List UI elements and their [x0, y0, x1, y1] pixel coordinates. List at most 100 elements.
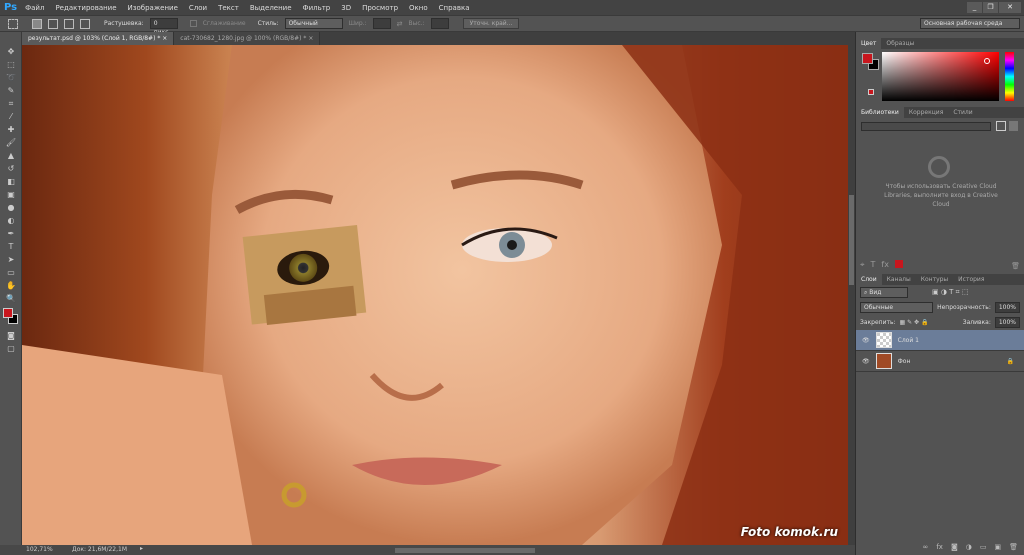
color-swatches[interactable]: [3, 308, 18, 326]
eyedropper-tool-icon[interactable]: ⁄: [4, 111, 18, 122]
add-mask-icon[interactable]: ◙: [951, 543, 958, 555]
hand-tool-icon[interactable]: ✋: [4, 280, 18, 291]
new-selection-icon[interactable]: [32, 18, 42, 29]
width-input[interactable]: [372, 18, 391, 29]
lasso-tool-icon[interactable]: ➰: [4, 72, 18, 83]
crop-tool-icon[interactable]: ⌗: [4, 98, 18, 109]
path-select-icon[interactable]: ➤: [4, 254, 18, 265]
menu-layers[interactable]: Слои: [189, 4, 207, 12]
tab-styles[interactable]: Стили: [948, 107, 977, 118]
restore-button[interactable]: ❐: [983, 2, 998, 13]
tab-cat-jpg[interactable]: cat-730682_1280.jpg @ 100% (RGB/8#) * ×: [174, 32, 321, 45]
gamut-warning-icon[interactable]: [868, 89, 874, 95]
height-input[interactable]: [430, 18, 449, 29]
status-menu-arrow-icon[interactable]: ▸: [140, 545, 143, 552]
tab-adjustments[interactable]: Коррекция: [904, 107, 948, 118]
move-tool-icon[interactable]: ✥: [4, 46, 18, 57]
lock-icons[interactable]: ▦ ✎ ✥ 🔒: [900, 319, 929, 326]
menu-image[interactable]: Изображение: [128, 4, 178, 12]
foreground-color[interactable]: [862, 53, 873, 64]
menu-edit[interactable]: Редактирование: [55, 4, 116, 12]
document-canvas[interactable]: Foto komok.ru: [22, 45, 848, 545]
blend-mode-select[interactable]: Обычные: [860, 302, 934, 313]
add-fx-icon[interactable]: fx: [881, 260, 889, 270]
add-text-icon[interactable]: T: [871, 260, 876, 270]
tab-paths[interactable]: Контуры: [916, 274, 953, 285]
antialias-checkbox[interactable]: [189, 20, 197, 27]
menu-view[interactable]: Просмотр: [362, 4, 398, 12]
tab-color[interactable]: Цвет: [856, 38, 882, 49]
dodge-tool-icon[interactable]: ◐: [4, 215, 18, 226]
pen-tool-icon[interactable]: ✒: [4, 228, 18, 239]
link-layers-icon[interactable]: ∞: [923, 543, 929, 555]
gradient-tool-icon[interactable]: ▣: [4, 189, 18, 200]
adjustment-layer-icon[interactable]: ◑: [966, 543, 972, 555]
refine-edge-button[interactable]: Уточн. край...: [462, 18, 520, 29]
menu-help[interactable]: Справка: [439, 4, 470, 12]
stamp-tool-icon[interactable]: ▲: [4, 150, 18, 161]
visibility-eye-icon[interactable]: 👁: [862, 358, 870, 365]
trash-icon[interactable]: 🗑: [1011, 262, 1020, 270]
add-graphic-icon[interactable]: ⌖: [860, 260, 865, 270]
list-view-icon[interactable]: [1009, 121, 1018, 131]
shape-tool-icon[interactable]: ▭: [4, 267, 18, 278]
subtract-selection-icon[interactable]: [64, 18, 74, 29]
layer-row-background[interactable]: 👁 Фон 🔒: [856, 351, 1024, 372]
menu-3d[interactable]: 3D: [341, 4, 351, 12]
tab-swatches[interactable]: Образцы: [881, 38, 919, 49]
foreground-color-swatch[interactable]: [3, 308, 13, 318]
workspace-select[interactable]: Основная рабочая среда: [920, 18, 1020, 29]
layer-filter-select[interactable]: ⌕ Вид: [860, 287, 908, 298]
marquee-tool-icon[interactable]: [8, 18, 18, 29]
tab-layers[interactable]: Слои: [856, 274, 882, 285]
close-tab-icon[interactable]: ×: [308, 35, 313, 42]
tab-result-psd[interactable]: результат.psd @ 103% (Слой 1, RGB/8#) * …: [22, 32, 175, 45]
close-button[interactable]: ✕: [999, 2, 1021, 13]
quick-mask-icon[interactable]: ◙: [4, 330, 18, 341]
feather-input[interactable]: 0 пикс.: [149, 18, 178, 36]
hue-slider[interactable]: [1005, 52, 1014, 101]
quick-select-tool-icon[interactable]: ✎: [4, 85, 18, 96]
new-layer-icon[interactable]: ▣: [994, 543, 1001, 555]
history-brush-icon[interactable]: ↺: [4, 163, 18, 174]
intersect-selection-icon[interactable]: [80, 18, 90, 29]
horizontal-scroll-thumb[interactable]: [395, 548, 535, 553]
zoom-tool-icon[interactable]: 🔍: [4, 293, 18, 304]
filter-type-icons[interactable]: ▣ ◑ T ⌗ ⬚: [932, 288, 968, 297]
tab-channels[interactable]: Каналы: [882, 274, 916, 285]
menu-file[interactable]: Файл: [25, 4, 44, 12]
color-picker-marker[interactable]: [984, 58, 990, 64]
screen-mode-icon[interactable]: ▢: [4, 343, 18, 354]
tab-libraries[interactable]: Библиотеки: [856, 107, 904, 118]
menu-type[interactable]: Текст: [218, 4, 239, 12]
zoom-level[interactable]: 102,71%: [26, 546, 53, 553]
grid-view-icon[interactable]: [996, 121, 1006, 131]
visibility-eye-icon[interactable]: 👁: [862, 337, 870, 344]
library-select[interactable]: [861, 122, 991, 131]
menu-window[interactable]: Окно: [409, 4, 428, 12]
eraser-tool-icon[interactable]: ◧: [4, 176, 18, 187]
fill-input[interactable]: 100%: [994, 317, 1020, 328]
menu-select[interactable]: Выделение: [250, 4, 292, 12]
type-tool-icon[interactable]: T: [4, 241, 18, 252]
color-field[interactable]: [882, 52, 999, 101]
blur-tool-icon[interactable]: ●: [4, 202, 18, 213]
tab-history[interactable]: История: [953, 274, 989, 285]
layer-name[interactable]: Фон: [898, 358, 911, 365]
layer-name[interactable]: Слой 1: [898, 337, 919, 344]
brush-tool-icon[interactable]: 🖌: [4, 137, 18, 148]
delete-layer-icon[interactable]: 🗑: [1009, 543, 1018, 555]
healing-tool-icon[interactable]: ✚: [4, 124, 18, 135]
vertical-scrollbar[interactable]: [848, 45, 855, 545]
add-selection-icon[interactable]: [48, 18, 58, 29]
opacity-input[interactable]: 100%: [994, 302, 1020, 313]
layer-style-icon[interactable]: fx: [936, 543, 943, 555]
menu-filter[interactable]: Фильтр: [303, 4, 331, 12]
close-tab-icon[interactable]: ×: [162, 35, 167, 42]
swap-icon[interactable]: ⇄: [397, 20, 403, 28]
minimize-button[interactable]: _: [967, 2, 982, 13]
new-group-icon[interactable]: ▭: [980, 543, 987, 555]
add-color-icon[interactable]: [894, 260, 903, 268]
scroll-thumb[interactable]: [849, 195, 854, 285]
marquee-tool-icon[interactable]: ⬚: [4, 59, 18, 70]
